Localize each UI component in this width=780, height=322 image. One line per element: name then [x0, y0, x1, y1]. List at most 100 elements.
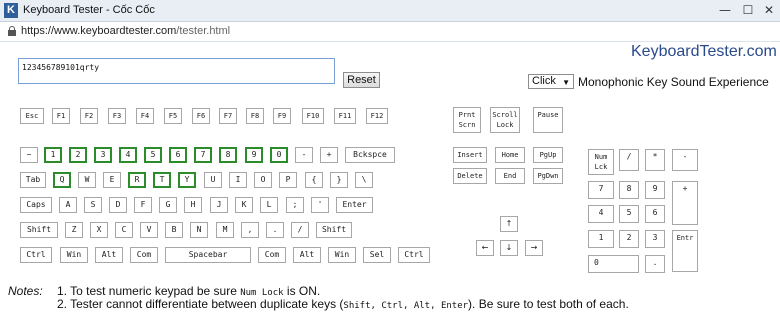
key-3[interactable]: 3	[94, 147, 112, 163]
key-n[interactable]: N	[190, 222, 208, 238]
key-backspace[interactable]: Bckspce	[345, 147, 395, 163]
key-s[interactable]: S	[84, 197, 102, 213]
key-right-alt[interactable]: Alt	[293, 247, 321, 263]
key-tilde[interactable]: ~	[20, 147, 38, 163]
key-num-lock[interactable]: Num Lck	[588, 149, 614, 175]
key-f6[interactable]: F6	[192, 108, 210, 124]
key-f[interactable]: F	[134, 197, 152, 213]
key-numpad-decimal[interactable]: .	[645, 255, 665, 273]
key-k[interactable]: K	[235, 197, 253, 213]
key-right-shift[interactable]: Shift	[316, 222, 352, 238]
key-y[interactable]: Y	[178, 172, 196, 188]
url-text[interactable]: https://www.keyboardtester.com/tester.ht…	[21, 25, 230, 37]
key-end[interactable]: End	[495, 168, 525, 184]
key-5[interactable]: 5	[144, 147, 162, 163]
key-u[interactable]: U	[204, 172, 222, 188]
key-f11[interactable]: F11	[334, 108, 356, 124]
key-left-win[interactable]: Win	[60, 247, 88, 263]
key-9[interactable]: 9	[245, 147, 263, 163]
key-f2[interactable]: F2	[80, 108, 98, 124]
reset-button[interactable]: Reset	[343, 72, 380, 88]
key-0[interactable]: 0	[270, 147, 288, 163]
site-logo[interactable]: KeyboardTester.com	[631, 43, 777, 61]
arrow-down-key[interactable]: ↓	[500, 240, 518, 256]
key-f7[interactable]: F7	[219, 108, 237, 124]
key-left-ctrl[interactable]: Ctrl	[20, 247, 52, 263]
arrow-right-key[interactable]: →	[525, 240, 543, 256]
key-numpad-divide[interactable]: /	[619, 149, 639, 171]
minimize-button[interactable]: —	[714, 4, 736, 17]
key-delete[interactable]: Delete	[453, 168, 487, 184]
key-numpad-enter[interactable]: Entr	[672, 230, 698, 272]
key-comma[interactable]: ,	[241, 222, 259, 238]
key-scroll-lock[interactable]: Scroll Lock	[490, 107, 520, 133]
key-f10[interactable]: F10	[302, 108, 324, 124]
key-f4[interactable]: F4	[136, 108, 154, 124]
key-b[interactable]: B	[165, 222, 183, 238]
key-f9[interactable]: F9	[273, 108, 291, 124]
key-page-down[interactable]: PgDwn	[533, 168, 563, 184]
typing-test-input[interactable]: 123456789101qrty	[18, 58, 335, 84]
key-x[interactable]: X	[90, 222, 108, 238]
key-numpad-add[interactable]: +	[672, 181, 698, 225]
key-7[interactable]: 7	[194, 147, 212, 163]
key-e[interactable]: E	[103, 172, 121, 188]
key-8[interactable]: 8	[219, 147, 237, 163]
key-right-brace[interactable]: }	[330, 172, 348, 188]
key-home[interactable]: Home	[495, 147, 525, 163]
key-slash[interactable]: /	[291, 222, 309, 238]
key-z[interactable]: Z	[65, 222, 83, 238]
key-right-win[interactable]: Win	[328, 247, 356, 263]
key-backslash[interactable]: \	[355, 172, 373, 188]
key-esc[interactable]: Esc	[20, 108, 44, 124]
key-quote[interactable]: '	[311, 197, 329, 213]
key-caps-lock[interactable]: Caps	[20, 197, 52, 213]
key-v[interactable]: V	[140, 222, 158, 238]
key-f12[interactable]: F12	[366, 108, 388, 124]
key-g[interactable]: G	[159, 197, 177, 213]
sound-select[interactable]: Click ▼	[528, 74, 574, 89]
key-plus[interactable]: +	[320, 147, 338, 163]
key-left-alt[interactable]: Alt	[95, 247, 123, 263]
key-numpad-6[interactable]: 6	[645, 205, 665, 223]
key-r[interactable]: R	[128, 172, 146, 188]
key-d[interactable]: D	[109, 197, 127, 213]
maximize-button[interactable]: ☐	[737, 4, 759, 17]
key-numpad-7[interactable]: 7	[588, 181, 614, 199]
key-c[interactable]: C	[115, 222, 133, 238]
key-2[interactable]: 2	[69, 147, 87, 163]
key-f3[interactable]: F3	[108, 108, 126, 124]
key-w[interactable]: W	[78, 172, 96, 188]
key-numpad-1[interactable]: 1	[588, 230, 614, 248]
address-bar[interactable]: https://www.keyboardtester.com/tester.ht…	[0, 22, 780, 42]
key-print-screen[interactable]: Prnt Scrn	[453, 107, 481, 133]
key-numpad-subtract[interactable]: -	[672, 149, 698, 171]
key-f1[interactable]: F1	[52, 108, 70, 124]
key-numpad-0[interactable]: 0	[588, 255, 639, 273]
key-j[interactable]: J	[210, 197, 228, 213]
key-6[interactable]: 6	[169, 147, 187, 163]
key-semicolon[interactable]: ;	[286, 197, 304, 213]
key-spacebar[interactable]: Spacebar	[165, 247, 251, 263]
key-l[interactable]: L	[260, 197, 278, 213]
key-left-shift[interactable]: Shift	[20, 222, 58, 238]
key-left-com[interactable]: Com	[130, 247, 158, 263]
key-o[interactable]: O	[254, 172, 272, 188]
key-tab[interactable]: Tab	[20, 172, 46, 188]
key-right-ctrl[interactable]: Ctrl	[398, 247, 430, 263]
key-1[interactable]: 1	[44, 147, 62, 163]
close-button[interactable]: ✕	[758, 4, 780, 17]
key-left-brace[interactable]: {	[305, 172, 323, 188]
arrow-up-key[interactable]: ↑	[500, 216, 518, 232]
key-minus[interactable]: -	[295, 147, 313, 163]
key-i[interactable]: I	[229, 172, 247, 188]
arrow-left-key[interactable]: ←	[476, 240, 494, 256]
key-f8[interactable]: F8	[246, 108, 264, 124]
key-numpad-4[interactable]: 4	[588, 205, 614, 223]
key-q[interactable]: Q	[53, 172, 71, 188]
key-sel[interactable]: Sel	[363, 247, 391, 263]
key-p[interactable]: P	[279, 172, 297, 188]
key-numpad-5[interactable]: 5	[619, 205, 639, 223]
key-right-com[interactable]: Com	[258, 247, 286, 263]
key-period[interactable]: .	[266, 222, 284, 238]
